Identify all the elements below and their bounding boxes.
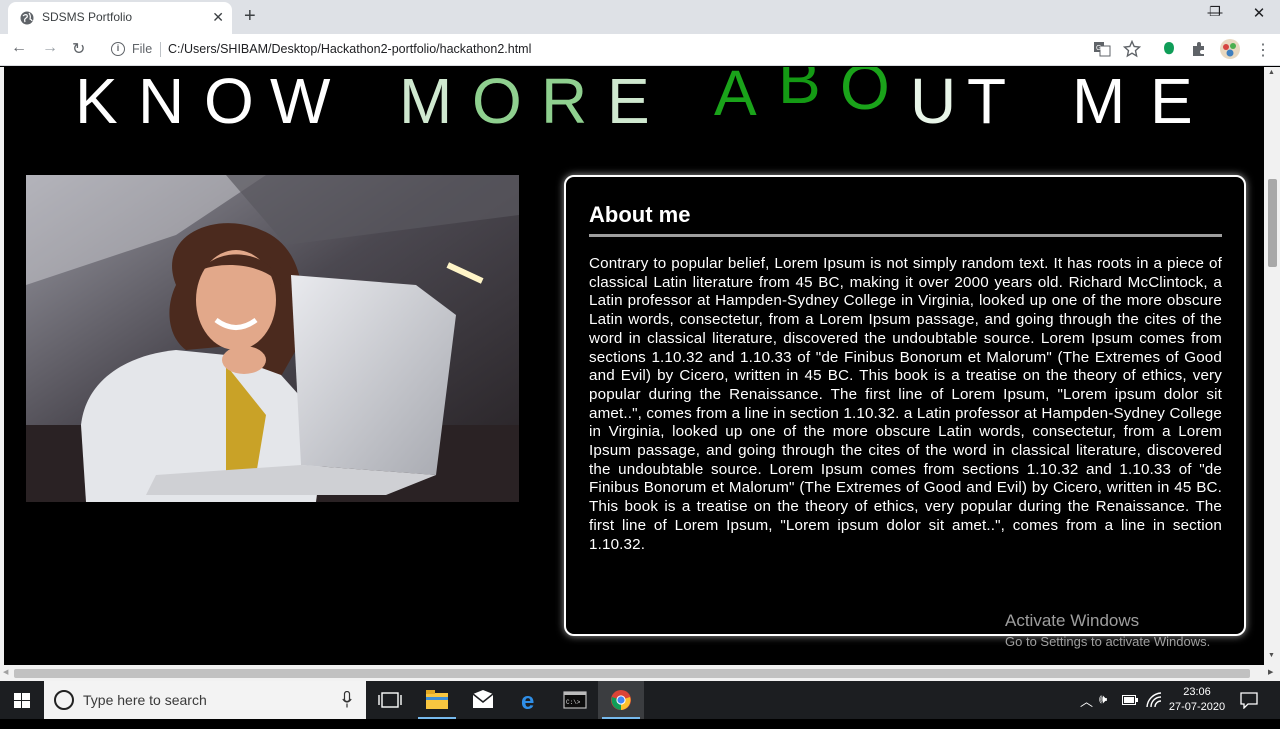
scroll-right-arrow-icon[interactable]: ▶ (1268, 668, 1273, 676)
heading-letter: R (541, 67, 588, 137)
task-view-icon[interactable] (367, 681, 413, 719)
url-text[interactable]: C:/Users/SHIBAM/Desktop/Hackathon2-portf… (168, 42, 531, 56)
svg-text:G: G (1096, 45, 1101, 52)
windows-start-icon[interactable] (0, 681, 44, 719)
heading-letter: O (472, 67, 522, 137)
windows-taskbar: Type here to search e C:\> ︿ 🕪 23:06 27-… (0, 681, 1280, 719)
svg-text:e: e (521, 688, 534, 715)
horizontal-scroll-thumb[interactable] (14, 669, 1250, 678)
taskbar-search-box[interactable]: Type here to search (44, 681, 366, 719)
tab-close-icon[interactable]: ✕ (212, 9, 224, 26)
page-viewport: K N O W M O R E A B O U T M E About me C… (0, 67, 1280, 665)
heading-letter: W (270, 67, 331, 137)
mail-icon[interactable] (460, 681, 506, 719)
svg-text:C:\>: C:\> (566, 699, 581, 706)
heading-letter: B (778, 67, 821, 117)
bookmark-star-icon[interactable] (1123, 40, 1141, 58)
omnibox-separator (160, 42, 161, 57)
heading-letter: O (840, 67, 890, 123)
profile-avatar-icon[interactable] (1219, 38, 1241, 60)
activate-line1: Activate Windows (1005, 611, 1140, 630)
heading-letter: E (607, 67, 650, 137)
page-left-edge (0, 67, 4, 665)
folder-icon (426, 690, 448, 709)
heading-letter: E (1150, 67, 1193, 137)
back-arrow-icon[interactable]: ← (11, 39, 27, 57)
volume-icon[interactable]: 🕪 (1099, 691, 1107, 729)
restore-button[interactable]: ❐ (1192, 4, 1238, 20)
activate-line2: Go to Settings to activate Windows. (1005, 634, 1211, 649)
battery-icon[interactable] (1122, 694, 1138, 706)
globe-icon (20, 11, 34, 25)
file-label: File (132, 42, 153, 56)
tab-title: SDSMS Portfolio (42, 10, 133, 24)
heading-letter: M (1072, 67, 1126, 137)
page-heading: K N O W M O R E A B O U T M E (0, 67, 1264, 133)
browser-toolbar: ← → ↻ i File C:/Users/SHIBAM/Desktop/Hac… (0, 34, 1280, 66)
browser-tab[interactable]: SDSMS Portfolio ✕ (8, 2, 232, 34)
new-tab-button[interactable]: + (244, 5, 256, 28)
forward-arrow-icon[interactable]: → (42, 39, 58, 57)
close-window-button[interactable]: ✕ (1236, 4, 1280, 22)
show-hidden-icons-chevron-icon[interactable]: ︿ (1080, 691, 1093, 729)
about-divider (589, 234, 1222, 237)
chrome-taskbar-button[interactable] (598, 681, 644, 719)
about-text: Contrary to popular belief, Lorem Ipsum … (589, 255, 1222, 553)
extensions-puzzle-icon[interactable] (1190, 40, 1208, 58)
heading-letter: U (910, 67, 957, 137)
address-bar[interactable]: i File C:/Users/SHIBAM/Desktop/Hackathon… (104, 37, 1150, 63)
scroll-down-arrow-icon[interactable]: ▼ (1268, 652, 1275, 659)
clock-date: 27-07-2020 (1168, 701, 1226, 713)
search-placeholder: Type here to search (83, 692, 207, 708)
edge-browser-icon[interactable]: e (507, 681, 553, 719)
notifications-icon[interactable] (1240, 691, 1258, 709)
terminal-icon[interactable]: C:\> (552, 681, 598, 719)
reload-icon[interactable]: ↻ (72, 39, 85, 59)
translate-icon[interactable]: G (1093, 40, 1111, 58)
file-explorer-taskbar-button[interactable] (414, 681, 460, 719)
about-card: About me Contrary to popular belief, Lor… (564, 175, 1246, 636)
vertical-scroll-thumb[interactable] (1268, 179, 1277, 267)
heading-letter: K (75, 67, 118, 137)
heading-letter: M (399, 67, 453, 137)
wifi-icon[interactable] (1146, 692, 1162, 708)
horizontal-scrollbar[interactable]: ◀ ▶ (0, 665, 1280, 681)
microphone-icon[interactable] (342, 691, 352, 708)
vertical-scrollbar[interactable]: ▲ ▼ (1264, 67, 1280, 665)
extension-green-icon[interactable] (1160, 40, 1178, 58)
browser-tabstrip: SDSMS Portfolio ✕ + — (0, 0, 1280, 34)
scroll-left-arrow-icon[interactable]: ◀ (3, 668, 8, 676)
cortana-search-icon (54, 690, 74, 710)
clock-time: 23:06 (1183, 686, 1211, 698)
info-icon[interactable]: i (111, 42, 125, 56)
heading-letter: T (967, 67, 1007, 137)
profile-photo (26, 175, 519, 502)
heading-letter: O (204, 67, 254, 137)
chrome-icon (611, 690, 631, 710)
taskbar-clock[interactable]: 23:06 27-07-2020 (1166, 685, 1228, 715)
heading-letter: N (138, 67, 185, 137)
activate-windows-watermark: Activate Windows Go to Settings to activ… (1005, 611, 1210, 649)
about-title: About me (589, 202, 691, 227)
heading-letter: A (714, 67, 757, 129)
scroll-up-arrow-icon[interactable]: ▲ (1268, 69, 1275, 76)
menu-kebab-icon[interactable]: ⋮ (1255, 40, 1271, 60)
